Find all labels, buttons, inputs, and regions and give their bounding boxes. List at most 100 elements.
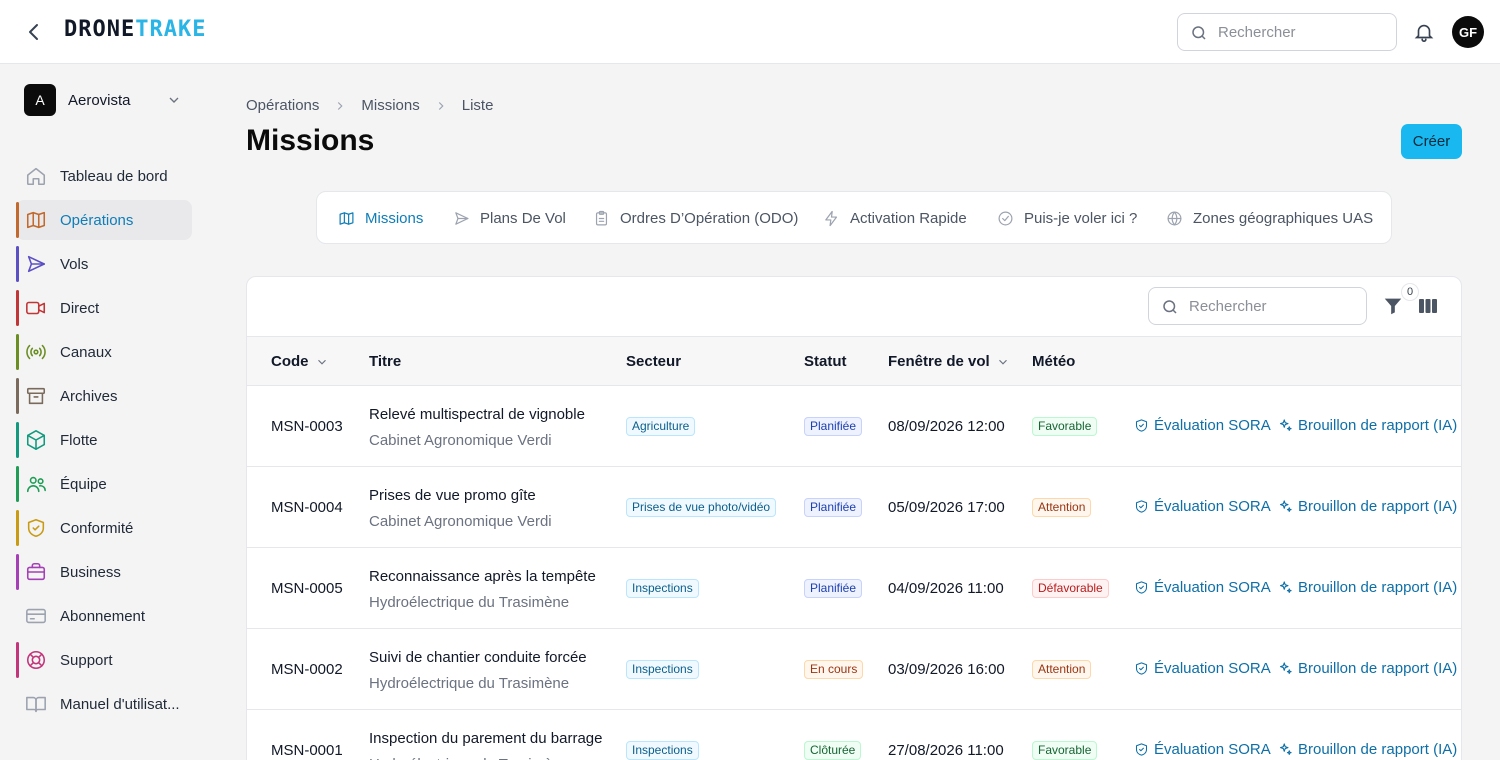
weather-badge: Attention: [1032, 660, 1092, 679]
sidebar-item-label: Opérations: [60, 212, 134, 229]
sidebar-item[interactable]: Support: [16, 640, 192, 680]
sora-assessment-link[interactable]: Évaluation SORA: [1134, 660, 1271, 677]
tab[interactable]: Zones géographiques UAS: [1154, 201, 1384, 236]
weather-badge: Défavorable: [1032, 579, 1109, 598]
table-row[interactable]: MSN-0005 Reconnaissance après la tempête H…: [247, 548, 1461, 629]
sidebar-item[interactable]: Direct: [16, 288, 192, 328]
sidebar-item-accent: [16, 378, 19, 414]
report-draft-label: Brouillon de rapport (IA): [1298, 417, 1458, 434]
table-row[interactable]: MSN-0003 Relevé multispectral de vignoble…: [247, 386, 1461, 467]
columns-icon[interactable]: [1418, 296, 1438, 316]
sora-assessment-link[interactable]: Évaluation SORA: [1134, 498, 1271, 515]
sector-badge: Inspections: [626, 660, 699, 679]
breadcrumb-missions[interactable]: Missions: [361, 97, 419, 114]
mission-client: Cabinet Agronomique Verdi: [369, 513, 552, 530]
create-button[interactable]: Créer: [1401, 124, 1462, 159]
status-badge: En cours: [804, 660, 864, 679]
table-search: [1148, 287, 1367, 325]
shield-check-icon: [1134, 742, 1149, 757]
sidebar-item-accent: [16, 334, 19, 370]
sidebar-item[interactable]: Vols: [16, 244, 192, 284]
sidebar-item[interactable]: Opérations: [16, 200, 192, 240]
sidebar-item-label: Tableau de bord: [60, 168, 168, 185]
breadcrumb-operations[interactable]: Opérations: [246, 97, 319, 114]
column-header-code[interactable]: Code: [271, 353, 329, 370]
tab-label: Zones géographiques UAS: [1193, 210, 1374, 227]
tab-label: Missions: [365, 210, 424, 227]
chevron-down-icon[interactable]: [315, 355, 329, 369]
mission-title[interactable]: Relevé multispectral de vignoble: [369, 406, 585, 423]
tab[interactable]: Ordres D’Opération (ODO): [581, 201, 811, 236]
sidebar-item-accent: [16, 202, 19, 238]
column-header-status: Statut: [804, 353, 847, 370]
sidebar-item[interactable]: Manuel d'utilisat...: [16, 684, 192, 724]
report-draft-link[interactable]: Brouillon de rapport (IA): [1278, 660, 1457, 677]
home-icon: [25, 165, 47, 187]
table-search-input[interactable]: [1189, 288, 1359, 324]
send-icon: [453, 210, 470, 227]
global-search-input[interactable]: [1218, 14, 1388, 50]
tab-label: Puis-je voler ici ?: [1024, 210, 1138, 227]
sidebar-item-label: Direct: [60, 300, 100, 317]
sora-assessment-label: Évaluation SORA: [1154, 417, 1271, 434]
mission-title[interactable]: Inspection du parement du barrage: [369, 730, 603, 747]
mission-code: MSN-0001: [271, 742, 343, 759]
sora-assessment-label: Évaluation SORA: [1154, 741, 1271, 758]
filter-count-badge: 0: [1401, 283, 1419, 301]
sidebar-item-label: Équipe: [60, 476, 107, 493]
page-title: Missions: [246, 124, 375, 157]
org-badge: A: [24, 84, 56, 116]
search-icon: [1190, 24, 1208, 42]
mission-client: Hydroélectrique du Trasimène: [369, 756, 569, 760]
status-badge: Planifiée: [804, 498, 863, 517]
sidebar-item[interactable]: Conformité: [16, 508, 192, 548]
sidebar-item[interactable]: Équipe: [16, 464, 192, 504]
sparkles-icon: [1278, 661, 1293, 676]
sidebar-item[interactable]: Archives: [16, 376, 192, 416]
user-avatar[interactable]: GF: [1452, 16, 1484, 48]
sparkles-icon: [1278, 742, 1293, 757]
mission-code: MSN-0004: [271, 499, 343, 516]
report-draft-link[interactable]: Brouillon de rapport (IA): [1278, 741, 1457, 758]
org-switcher[interactable]: A Aerovista: [24, 84, 194, 116]
breadcrumb-list[interactable]: Liste: [462, 97, 494, 114]
mission-title[interactable]: Suivi de chantier conduite forcée: [369, 649, 587, 666]
sparkles-icon: [1278, 580, 1293, 595]
sora-assessment-link[interactable]: Évaluation SORA: [1134, 579, 1271, 596]
clipboard-icon: [593, 210, 610, 227]
table-row[interactable]: MSN-0004 Prises de vue promo gîte Cabinet …: [247, 467, 1461, 548]
report-draft-link[interactable]: Brouillon de rapport (IA): [1278, 579, 1457, 596]
sidebar-item[interactable]: Tableau de bord: [16, 156, 192, 196]
globe-icon: [1166, 210, 1183, 227]
mission-title[interactable]: Prises de vue promo gîte: [369, 487, 536, 504]
weather-badge: Favorable: [1032, 417, 1098, 436]
chevron-right-icon: [333, 99, 347, 113]
sora-assessment-link[interactable]: Évaluation SORA: [1134, 417, 1271, 434]
flight-window: 27/08/2026 11:00: [888, 742, 1004, 759]
map-icon: [338, 210, 355, 227]
sora-assessment-link[interactable]: Évaluation SORA: [1134, 741, 1271, 758]
sidebar-item[interactable]: Business: [16, 552, 192, 592]
status-badge: Planifiée: [804, 417, 863, 436]
report-draft-link[interactable]: Brouillon de rapport (IA): [1278, 498, 1457, 515]
table-row[interactable]: MSN-0001 Inspection du parement du barrag…: [247, 710, 1461, 760]
shield-check-icon: [1134, 499, 1149, 514]
sidebar-item[interactable]: Canaux: [16, 332, 192, 372]
filter-icon[interactable]: [1382, 295, 1404, 317]
sidebar-item[interactable]: Abonnement: [16, 596, 192, 636]
sora-assessment-label: Évaluation SORA: [1154, 498, 1271, 515]
bell-icon[interactable]: [1413, 21, 1435, 43]
sector-badge: Prises de vue photo/vidéo: [626, 498, 777, 517]
tab-label: Plans De Vol: [480, 210, 566, 227]
mission-title[interactable]: Reconnaissance après la tempête: [369, 568, 596, 585]
operations-tabs: Missions Plans De Vol Ordres D’Opération (…: [316, 191, 1392, 244]
zap-icon: [823, 210, 840, 227]
sidebar-item[interactable]: Flotte: [16, 420, 192, 460]
column-header-window[interactable]: Fenêtre de vol: [888, 353, 1010, 370]
report-draft-link[interactable]: Brouillon de rapport (IA): [1278, 417, 1457, 434]
table-header: Code Titre Secteur Statut Fenêtre de vol…: [247, 336, 1461, 386]
table-row[interactable]: MSN-0002 Suivi de chantier conduite forcé…: [247, 629, 1461, 710]
back-arrow-icon[interactable]: [22, 20, 46, 44]
chevron-down-icon[interactable]: [996, 355, 1010, 369]
app-logo[interactable]: DRONETRAKE: [64, 17, 206, 42]
